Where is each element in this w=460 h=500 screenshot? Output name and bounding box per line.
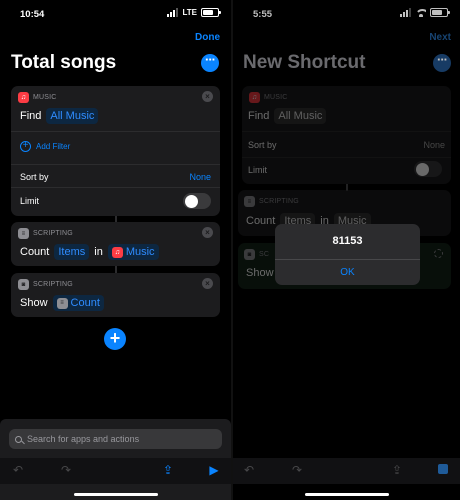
search-icon <box>15 435 22 443</box>
scripting-icon: ≡ <box>18 228 29 239</box>
share-icon[interactable]: ⇪ <box>390 463 404 477</box>
music-note-icon: ♫ <box>111 246 123 258</box>
editor-toolbar: ↶ ↷ ⇪ <box>233 458 460 484</box>
play-icon[interactable]: ▶ <box>207 463 221 477</box>
sort-by-label: Sort by <box>20 172 49 182</box>
close-icon[interactable]: × <box>202 227 213 238</box>
editor-toolbar: ↶ ↷ ⇪ ▶ <box>0 458 231 484</box>
plus-icon: + <box>109 328 121 348</box>
count-label: Count <box>20 246 50 258</box>
home-indicator <box>305 493 389 496</box>
home-indicator <box>74 493 158 496</box>
page-title: Total songs <box>11 52 117 73</box>
close-icon[interactable]: × <box>202 91 213 102</box>
show-label: Show <box>20 297 48 309</box>
undo-icon[interactable]: ↶ <box>242 463 256 477</box>
divider <box>11 187 220 188</box>
shortcut-editor-total-songs: 10:54 LTE Done Total songs ··· ♫ MUSIC ×… <box>0 0 231 500</box>
plus-icon: + <box>20 141 31 152</box>
add-action-button[interactable]: + <box>104 328 126 350</box>
close-icon[interactable]: × <box>202 278 213 289</box>
battery-icon <box>201 8 221 17</box>
share-icon[interactable]: ⇪ <box>161 463 175 477</box>
result-alert: 81153 OK <box>275 224 420 285</box>
search-placeholder: Search for apps and actions <box>27 434 140 444</box>
action-connector <box>115 266 117 273</box>
action-category: ◙ SCRIPTING <box>18 279 73 290</box>
alert-message: 81153 <box>332 235 363 247</box>
count-row: Count Items in ♫ Music <box>20 244 159 260</box>
in-label: in <box>94 246 103 258</box>
stop-icon[interactable] <box>436 463 450 477</box>
action-category: ♫ MUSIC <box>18 92 57 103</box>
scripting-icon: ◙ <box>18 279 29 290</box>
redo-icon[interactable]: ↷ <box>59 463 73 477</box>
items-token[interactable]: Items <box>54 244 90 260</box>
find-row: Find All Music <box>20 108 99 124</box>
divider <box>11 131 220 132</box>
add-filter-button[interactable]: + Add Filter <box>20 141 70 152</box>
shortcut-run-result: 5:55 Next New Shortcut ··· ♫ MUSIC Find … <box>233 0 460 500</box>
redo-icon[interactable]: ↷ <box>290 463 304 477</box>
divider <box>11 164 220 165</box>
search-input[interactable]: Search for apps and actions <box>9 429 222 449</box>
scripting-icon: ≡ <box>56 297 68 309</box>
ellipsis-icon: ··· <box>205 52 216 67</box>
count-action[interactable]: ≡ SCRIPTING × Count Items in ♫ Music <box>11 222 220 266</box>
music-variable-token[interactable]: ♫ Music <box>107 244 159 260</box>
status-icons: LTE <box>167 8 221 17</box>
done-button[interactable]: Done <box>195 32 220 43</box>
network-type: LTE <box>182 8 197 17</box>
status-bar: 10:54 LTE <box>0 0 231 26</box>
show-row: Show ≡ Count <box>20 295 104 311</box>
find-value-token[interactable]: All Music <box>46 108 99 124</box>
limit-toggle[interactable] <box>183 193 211 209</box>
show-result-action[interactable]: ◙ SCRIPTING × Show ≡ Count <box>11 273 220 317</box>
sort-by-value[interactable]: None <box>189 172 211 182</box>
status-time: 10:54 <box>20 9 45 20</box>
count-variable-token[interactable]: ≡ Count <box>52 295 104 311</box>
cellular-signal-icon <box>167 8 179 17</box>
find-label: Find <box>20 110 42 122</box>
music-note-icon: ♫ <box>18 92 29 103</box>
limit-label: Limit <box>20 196 40 206</box>
action-category: ≡ SCRIPTING <box>18 228 73 239</box>
more-options-button[interactable]: ··· <box>201 52 219 72</box>
find-music-action[interactable]: ♫ MUSIC × Find All Music + Add Filter So… <box>11 86 220 216</box>
undo-icon[interactable]: ↶ <box>11 463 25 477</box>
ok-button[interactable]: OK <box>275 260 420 285</box>
